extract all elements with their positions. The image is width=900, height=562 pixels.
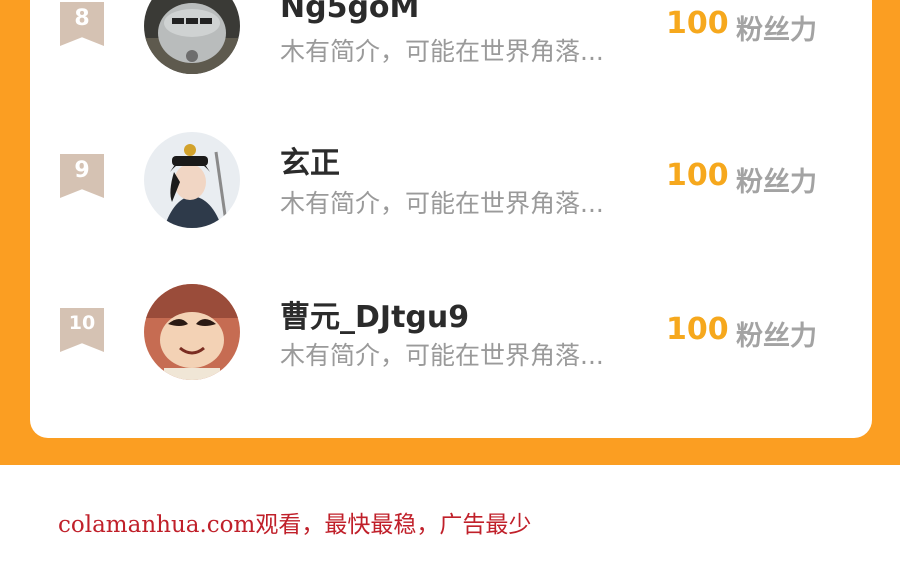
- ranking-row[interactable]: 8 Ng5goM 木有简介，可能在世界角落... 100 粉丝力: [30, 0, 872, 74]
- user-intro: 木有简介，可能在世界角落...: [280, 37, 604, 66]
- airplane-avatar-icon: [144, 0, 240, 74]
- ranking-row[interactable]: 10 曹元_DJtgu9 木有简介，可能在世界角落... 100 粉丝力: [30, 278, 872, 380]
- fans-score: 100: [666, 312, 729, 347]
- user-name[interactable]: 玄正: [280, 138, 340, 182]
- rank-badge: 10: [60, 308, 104, 352]
- user-intro: 木有简介，可能在世界角落...: [280, 189, 604, 218]
- fans-score-unit: 粉丝力: [736, 321, 817, 352]
- qing-official-avatar-icon: [144, 132, 240, 228]
- rank-badge: 8: [60, 2, 104, 46]
- rank-badge: 9: [60, 154, 104, 198]
- avatar[interactable]: [144, 284, 240, 380]
- avatar[interactable]: [144, 0, 240, 74]
- source-watermark-text: colamanhua.com观看，最快最稳，广告最少: [58, 512, 532, 538]
- cartoon-boy-avatar-icon: [144, 284, 240, 380]
- fans-score: 100: [666, 6, 729, 41]
- fans-ranking-card: 8 Ng5goM 木有简介，可能在世界角落... 100 粉丝力 9 玄正 木有…: [30, 0, 872, 438]
- avatar[interactable]: [144, 132, 240, 228]
- ranking-row[interactable]: 9 玄正 木有简介，可能在世界角落... 100 粉丝力: [30, 124, 872, 228]
- user-name[interactable]: Ng5goM: [280, 0, 419, 25]
- user-intro: 木有简介，可能在世界角落...: [280, 341, 604, 370]
- fans-score-unit: 粉丝力: [736, 15, 817, 46]
- user-name[interactable]: 曹元_DJtgu9: [280, 292, 469, 336]
- fans-score-unit: 粉丝力: [736, 167, 817, 198]
- fans-score: 100: [666, 158, 729, 193]
